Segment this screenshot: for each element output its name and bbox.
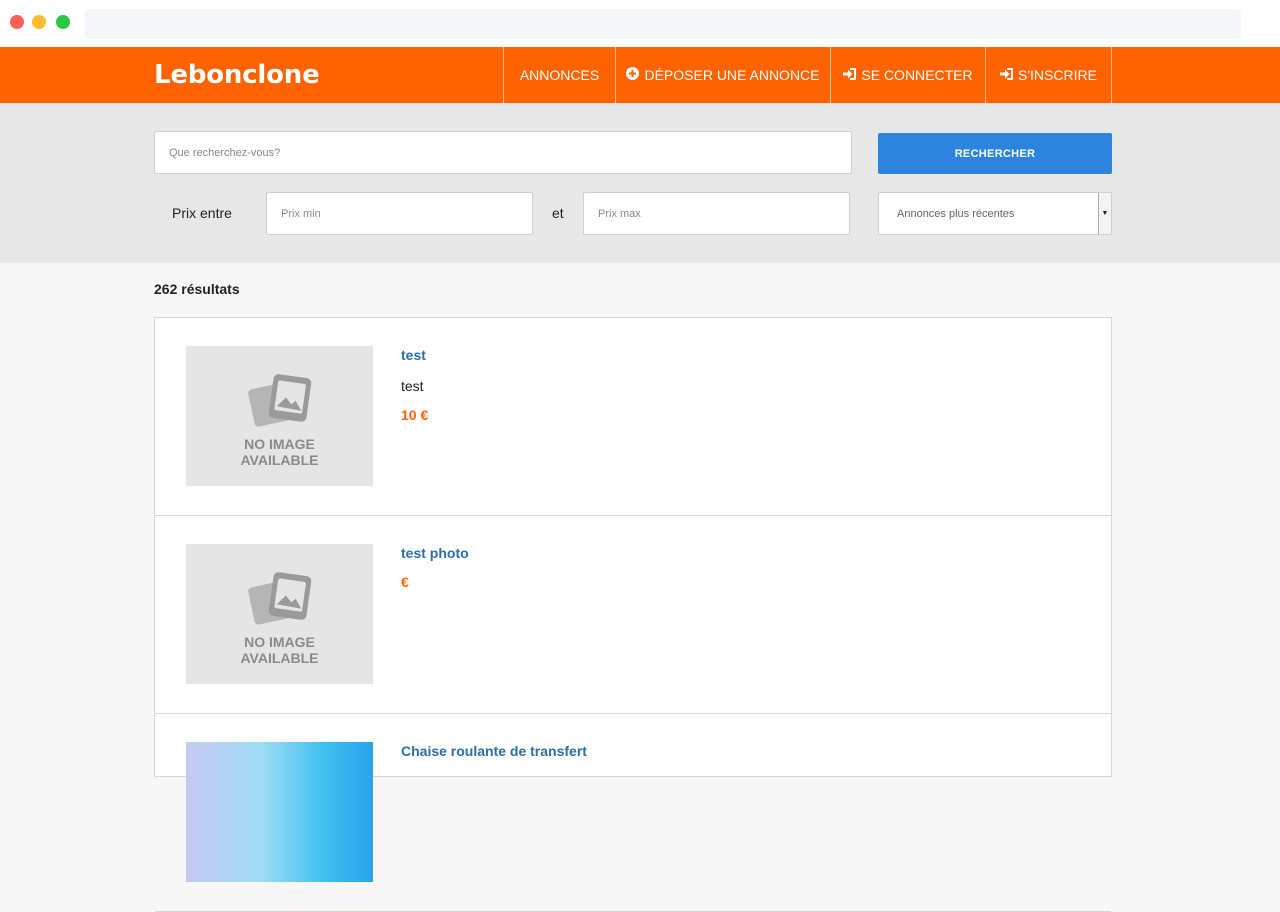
browser-chrome — [0, 0, 1280, 47]
listing-thumbnail[interactable] — [186, 742, 373, 882]
listing-price: 10 € — [401, 407, 429, 423]
listing-card[interactable]: Chaise roulante de transfert — [155, 714, 1111, 912]
nav-deposer-annonce[interactable]: DÉPOSER UNE ANNONCE — [616, 47, 831, 103]
price-and-label: et — [552, 205, 564, 221]
listing-price: € — [401, 574, 409, 590]
price-min-input[interactable]: Prix min — [266, 192, 533, 235]
search-button[interactable]: RECHERCHER — [878, 133, 1112, 174]
chevron-down-icon[interactable]: ▼ — [1098, 193, 1111, 234]
price-range-label: Prix entre — [172, 205, 232, 221]
nav-annonces-label: ANNONCES — [519, 67, 600, 83]
site-header: Lebonclone ANNONCES DÉPOSER UNE ANNONCE … — [0, 47, 1280, 103]
nav-inscrire-label: S'INSCRIRE — [1018, 67, 1097, 83]
site-logo[interactable]: Lebonclone — [154, 60, 320, 90]
plus-circle-icon — [626, 67, 640, 83]
search-panel: Que recherchez-vous? RECHERCHER Prix ent… — [0, 103, 1280, 263]
sign-in-icon — [843, 67, 857, 83]
listing-card[interactable]: NO IMAGE AVAILABLE test test 10 € — [155, 318, 1111, 516]
sign-in-icon — [1000, 67, 1014, 83]
search-input[interactable]: Que recherchez-vous? — [154, 131, 852, 174]
results-list: NO IMAGE AVAILABLE test test 10 € NO IMA… — [154, 317, 1112, 912]
nav-inscrire[interactable]: S'INSCRIRE — [986, 47, 1112, 103]
listing-title[interactable]: Chaise roulante de transfert — [401, 743, 587, 759]
no-image-text: NO IMAGE AVAILABLE — [240, 634, 319, 666]
listing-title[interactable]: test — [401, 347, 426, 363]
price-max-input[interactable]: Prix max — [583, 192, 850, 235]
results-count: 262 résultats — [154, 281, 240, 297]
address-bar[interactable] — [85, 9, 1241, 39]
listing-thumbnail[interactable]: NO IMAGE AVAILABLE — [186, 346, 373, 486]
listing-description: test — [401, 378, 424, 394]
nav-se-connecter-label: SE CONNECTER — [861, 67, 973, 83]
maximize-window-button[interactable] — [56, 15, 70, 29]
no-image-icon — [247, 572, 311, 625]
no-image-text: NO IMAGE AVAILABLE — [240, 436, 319, 468]
main-nav: ANNONCES DÉPOSER UNE ANNONCE SE CONNECTE… — [503, 47, 1112, 103]
nav-se-connecter[interactable]: SE CONNECTER — [831, 47, 986, 103]
listing-card[interactable]: NO IMAGE AVAILABLE test photo € — [155, 516, 1111, 714]
sort-select-value: Annonces plus récentes — [897, 207, 1015, 220]
nav-deposer-label: DÉPOSER UNE ANNONCE — [644, 67, 820, 83]
listing-thumbnail[interactable]: NO IMAGE AVAILABLE — [186, 544, 373, 684]
close-window-button[interactable] — [10, 15, 24, 29]
sort-select[interactable]: Annonces plus récentes ▼ — [878, 192, 1112, 235]
no-image-icon — [247, 374, 311, 427]
listing-title[interactable]: test photo — [401, 545, 469, 561]
nav-annonces[interactable]: ANNONCES — [504, 47, 616, 103]
minimize-window-button[interactable] — [32, 15, 46, 29]
